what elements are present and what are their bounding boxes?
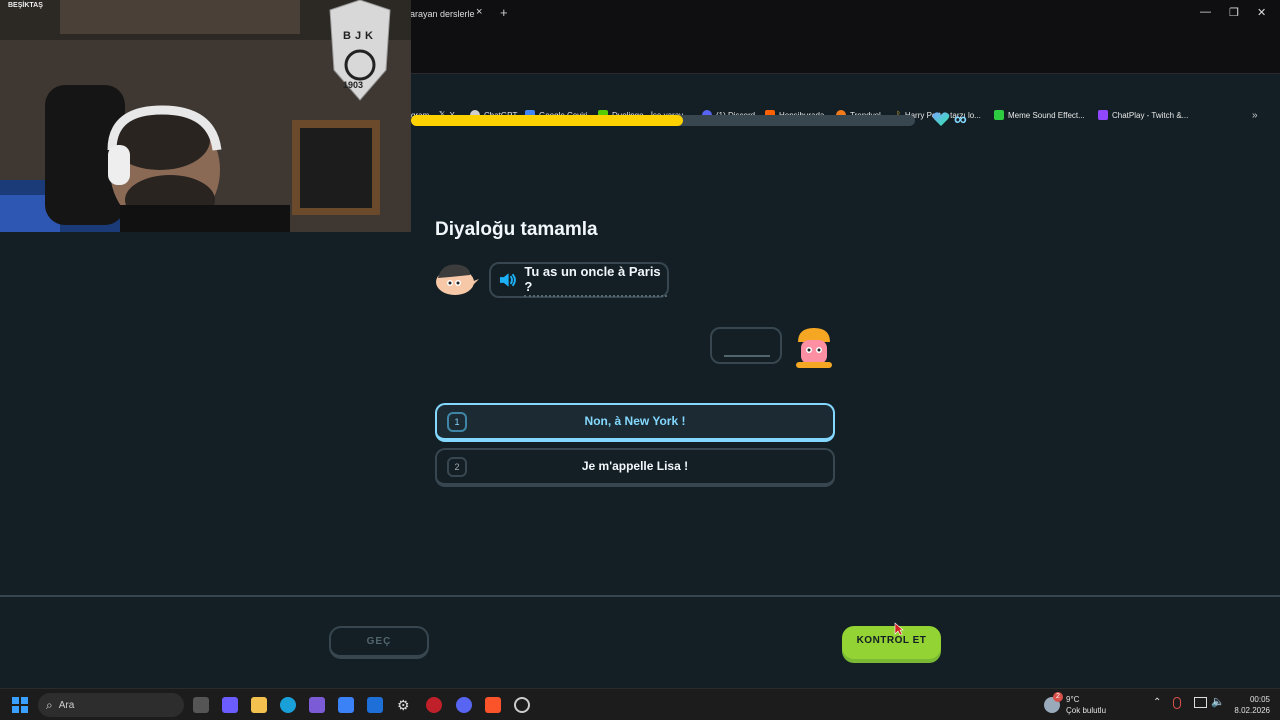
- microphone-icon[interactable]: [1173, 697, 1181, 709]
- clock-time: 00:05: [1249, 695, 1270, 704]
- file-explorer-icon[interactable]: [251, 697, 267, 713]
- choice-label: Je m'appelle Lisa !: [581, 459, 689, 473]
- settings-gear-icon[interactable]: ⚙: [397, 697, 413, 713]
- restore-icon[interactable]: ❐: [1229, 6, 1239, 19]
- bookmark-label: ChatPlay - Twitch &...: [1112, 110, 1189, 120]
- outlook-icon[interactable]: [367, 697, 383, 713]
- skip-button[interactable]: GEÇ: [329, 626, 429, 659]
- meme-sound-icon: [994, 110, 1004, 120]
- chatplay-icon: [1098, 110, 1108, 120]
- weather-description: Çok bulutlu: [1066, 706, 1107, 715]
- copilot-icon[interactable]: [222, 697, 238, 713]
- network-icon[interactable]: [1194, 697, 1207, 708]
- tray-chevron-up-icon[interactable]: ⌃: [1153, 697, 1161, 708]
- webcam-banner-text: BEŞİKTAŞ: [8, 2, 43, 9]
- weather-temperature: 9°C: [1066, 695, 1080, 704]
- edge-icon[interactable]: [280, 697, 296, 713]
- windows-taskbar: ⌕ Ara ⚙ 2 9°C Çok bulutlu ⌃ 🔈 00:05 8.02…: [0, 688, 1280, 720]
- bookmark-label: Meme Sound Effect...: [1008, 110, 1085, 120]
- app-red-icon[interactable]: [426, 697, 442, 713]
- character-avatar-left: [436, 264, 479, 295]
- webcam-overlay: BEŞİKTAŞ BJK 1903: [0, 0, 411, 232]
- choice-option-2[interactable]: 2 Je m'appelle Lisa !: [435, 448, 835, 487]
- answer-speech-bubble: [710, 327, 782, 364]
- hearts-infinity: ∞: [954, 109, 967, 129]
- search-icon: ⌕: [46, 697, 53, 712]
- exercise-title: Diyaloğu tamamla: [435, 219, 598, 240]
- bookmark-chatplay[interactable]: ChatPlay - Twitch &...: [1098, 107, 1188, 123]
- taskbar-search-placeholder: Ara: [58, 699, 75, 711]
- weather-widget[interactable]: 9°C Çok bulutlu: [1066, 694, 1106, 716]
- heart-icon: [932, 112, 950, 126]
- mouse-cursor-icon: [894, 622, 904, 636]
- check-button[interactable]: KONTROL ET: [842, 626, 941, 659]
- footer-divider: [0, 595, 1280, 597]
- weather-badge: 2: [1053, 692, 1063, 702]
- microsoft-store-icon[interactable]: [338, 697, 354, 713]
- brave-taskbar-icon[interactable]: [485, 697, 501, 713]
- hearts-counter: ∞: [932, 109, 967, 129]
- close-window-icon[interactable]: ✕: [1257, 6, 1266, 19]
- task-view-icon[interactable]: [193, 697, 209, 713]
- choice-label: Non, à New York !: [584, 414, 686, 428]
- bookmarks-overflow-icon[interactable]: »: [1252, 107, 1258, 123]
- tab-title: arayan derslerle: [410, 9, 475, 19]
- answer-blank: [724, 355, 770, 357]
- clock-date: 8.02.2026: [1234, 706, 1270, 715]
- tab-close-icon[interactable]: ×: [476, 6, 482, 18]
- taskbar-search-box[interactable]: ⌕ Ara: [38, 693, 184, 717]
- new-tab-button[interactable]: +: [500, 5, 508, 20]
- prompt-sentence[interactable]: Tu as un oncle à Paris ?: [524, 264, 667, 297]
- bookmark-meme-sound[interactable]: Meme Sound Effect...: [994, 107, 1085, 123]
- webcam-badge-year: 1903: [343, 80, 364, 90]
- lesson-progress-fill: [411, 115, 684, 126]
- app-purple-icon[interactable]: [309, 697, 325, 713]
- lesson-progress-bar: [411, 115, 915, 126]
- prompt-speech-bubble: Tu as un oncle à Paris ?: [489, 262, 669, 298]
- speaker-icon[interactable]: [499, 272, 516, 288]
- discord-taskbar-icon[interactable]: [456, 697, 472, 713]
- volume-icon[interactable]: 🔈: [1211, 695, 1225, 708]
- webcam-badge-letters: BJK: [343, 30, 378, 42]
- app-circle-icon[interactable]: [514, 697, 530, 713]
- minimize-icon[interactable]: —: [1200, 6, 1211, 18]
- choice-option-1[interactable]: 1 Non, à New York !: [435, 403, 835, 442]
- windows-start-icon[interactable]: [12, 697, 28, 713]
- taskbar-clock[interactable]: 00:05 8.02.2026: [1230, 694, 1270, 716]
- character-avatar-right: [796, 328, 832, 368]
